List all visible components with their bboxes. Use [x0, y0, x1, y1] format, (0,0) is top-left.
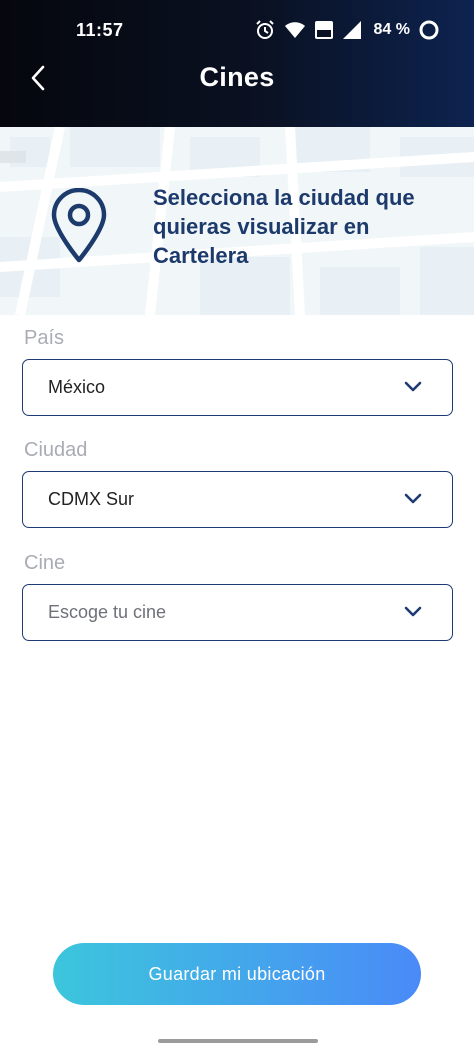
city-label: Ciudad	[24, 439, 88, 461]
home-indicator[interactable]	[158, 1039, 318, 1043]
signal-icon	[342, 20, 362, 40]
banner-instruction: Selecciona la ciudad que quieras visuali…	[153, 185, 415, 268]
location-pin-icon	[50, 187, 108, 269]
cinema-label: Cine	[24, 552, 66, 574]
alarm-icon	[254, 19, 276, 41]
city-value: CDMX Sur	[48, 489, 135, 509]
city-select[interactable]: CDMX Sur	[22, 471, 453, 528]
cinema-placeholder: Escoge tu cine	[48, 602, 167, 622]
save-location-button[interactable]: Guardar mi ubicación	[53, 943, 421, 1005]
status-icons: 84 %	[254, 19, 440, 41]
chevron-down-icon	[404, 380, 422, 399]
country-select[interactable]: México	[22, 359, 453, 416]
page-title: Cines	[199, 62, 275, 92]
volte-icon	[314, 20, 334, 40]
app-header: 11:57 84 % Cines	[0, 0, 474, 127]
battery-percentage: 84 %	[373, 21, 410, 38]
country-label: País	[24, 327, 65, 349]
cinema-select[interactable]: Escoge tu cine	[22, 584, 453, 641]
status-time: 11:57	[76, 20, 124, 40]
chevron-down-icon	[404, 605, 422, 624]
chevron-down-icon	[404, 492, 422, 511]
battery-ring-icon	[418, 19, 440, 41]
country-value: México	[48, 377, 106, 397]
status-bar: 11:57 84 %	[0, 0, 474, 60]
wifi-icon	[284, 21, 306, 39]
